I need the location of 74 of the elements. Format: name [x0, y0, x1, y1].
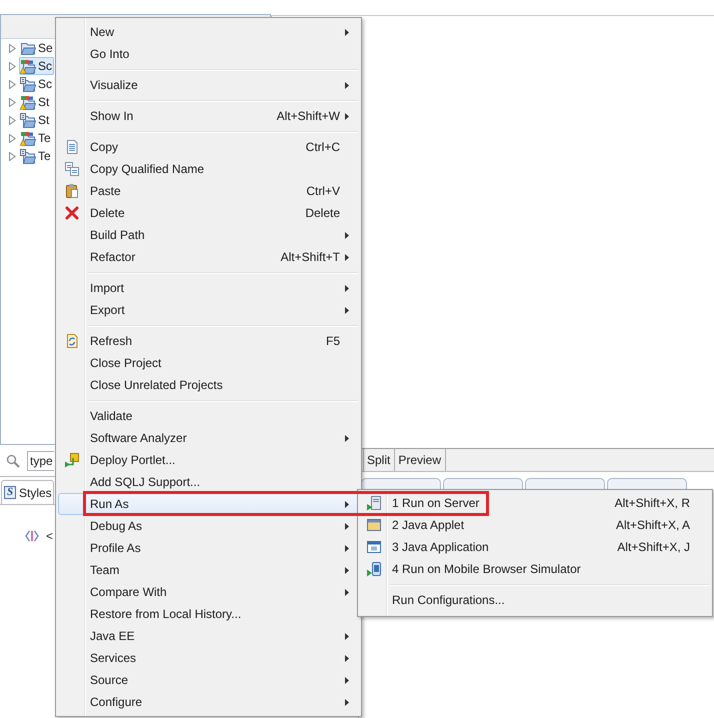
- shortcut-text: Delete: [305, 206, 340, 220]
- filter-field[interactable]: type: [27, 450, 54, 470]
- delete-icon: [64, 205, 80, 221]
- menu-item[interactable]: Copy Qualified Name: [58, 158, 359, 180]
- shortcut-text: Ctrl+C: [306, 140, 340, 154]
- menu-item[interactable]: Add SQLJ Support...: [58, 471, 359, 493]
- view-tab[interactable]: [443, 478, 523, 489]
- collapsed-arrow-icon[interactable]: [9, 152, 16, 160]
- menu-item[interactable]: Go Into: [58, 43, 359, 65]
- menu-item[interactable]: Team: [58, 559, 359, 581]
- tree-item[interactable]: St: [19, 93, 52, 111]
- view-tab[interactable]: [525, 478, 605, 489]
- menu-item[interactable]: Restore from Local History...: [58, 603, 359, 625]
- tree-item[interactable]: Sc: [19, 57, 54, 75]
- view-tab[interactable]: [361, 478, 441, 489]
- menu-item[interactable]: Build Path: [58, 224, 359, 246]
- menu-item[interactable]: Configure: [58, 691, 359, 713]
- tree-item[interactable]: Te: [19, 147, 53, 165]
- view-tab[interactable]: [607, 478, 687, 489]
- menu-item[interactable]: New: [58, 21, 359, 43]
- menu-item[interactable]: Copy Ctrl+C: [58, 136, 359, 158]
- shortcut-text: Alt+Shift+T: [280, 250, 340, 264]
- collapsed-arrow-icon[interactable]: [9, 116, 16, 124]
- collapsed-arrow-icon[interactable]: [9, 44, 16, 52]
- menu-item[interactable]: 2 Java Applet Alt+Shift+X, A: [360, 514, 710, 536]
- applet-window-icon: [366, 517, 382, 533]
- view-tab[interactable]: S Styles: [1, 480, 54, 504]
- shortcut-text: F5: [326, 334, 340, 348]
- tree-item[interactable]: St: [19, 111, 52, 129]
- menu-item[interactable]: Refresh F5: [58, 330, 359, 352]
- element-tag-icon: [25, 530, 39, 542]
- menu-item[interactable]: Software Analyzer: [58, 427, 359, 449]
- tree-item[interactable]: Se: [19, 39, 55, 57]
- menu-item[interactable]: Profile As: [58, 537, 359, 559]
- menu-item[interactable]: Source: [58, 669, 359, 691]
- menu-item[interactable]: Paste Ctrl+V: [58, 180, 359, 202]
- shortcut-text: Alt+Shift+W: [276, 109, 340, 123]
- styles-icon: S: [4, 486, 16, 499]
- menu-item[interactable]: Compare With: [58, 581, 359, 603]
- menu-item[interactable]: Import: [58, 277, 359, 299]
- shortcut-text: Alt+Shift+X, J: [617, 540, 690, 554]
- menu-item[interactable]: Debug As: [58, 515, 359, 537]
- menu-item[interactable]: Delete Delete: [58, 202, 359, 224]
- outline-node-label: <: [46, 529, 54, 543]
- collapsed-arrow-icon[interactable]: [9, 134, 16, 142]
- clipboard-icon: [64, 183, 80, 199]
- menu-item[interactable]: Java EE: [58, 625, 359, 647]
- menu-item[interactable]: Visualize: [58, 74, 359, 96]
- menu-item[interactable]: 3 Java Application Alt+Shift+X, J: [360, 536, 710, 558]
- collapsed-arrow-icon[interactable]: [9, 98, 16, 106]
- shortcut-text: Alt+Shift+X, R: [614, 496, 690, 510]
- menu-item[interactable]: Run Configurations...: [360, 589, 710, 611]
- search-icon: [6, 454, 20, 468]
- tree-item[interactable]: Sc: [19, 75, 54, 93]
- tree-item[interactable]: Te: [19, 129, 53, 147]
- menu-item[interactable]: Services: [58, 647, 359, 669]
- menu-item[interactable]: Close Project: [58, 352, 359, 374]
- deploy-icon: [64, 452, 80, 468]
- collapsed-arrow-icon[interactable]: [9, 80, 16, 88]
- menu-item[interactable]: Deploy Portlet...: [58, 449, 359, 471]
- menu-item[interactable]: Close Unrelated Projects: [58, 374, 359, 396]
- menu-item[interactable]: 1 Run on Server Alt+Shift+X, R: [360, 492, 710, 514]
- mobile-run-icon: [366, 561, 382, 577]
- server-run-icon: [366, 495, 382, 511]
- collapsed-arrow-icon[interactable]: [9, 62, 16, 70]
- shortcut-text: Alt+Shift+X, A: [616, 518, 690, 532]
- menu-item[interactable]: Export: [58, 299, 359, 321]
- menu-item[interactable]: 4 Run on Mobile Browser Simulator: [360, 558, 710, 580]
- two-documents-icon: [64, 161, 80, 177]
- application-window-icon: [366, 539, 382, 555]
- menu-item[interactable]: Refactor Alt+Shift+T: [58, 246, 359, 268]
- menu-item[interactable]: Validate: [58, 405, 359, 427]
- shortcut-text: Ctrl+V: [306, 184, 340, 198]
- menu-item[interactable]: Show In Alt+Shift+W: [58, 105, 359, 127]
